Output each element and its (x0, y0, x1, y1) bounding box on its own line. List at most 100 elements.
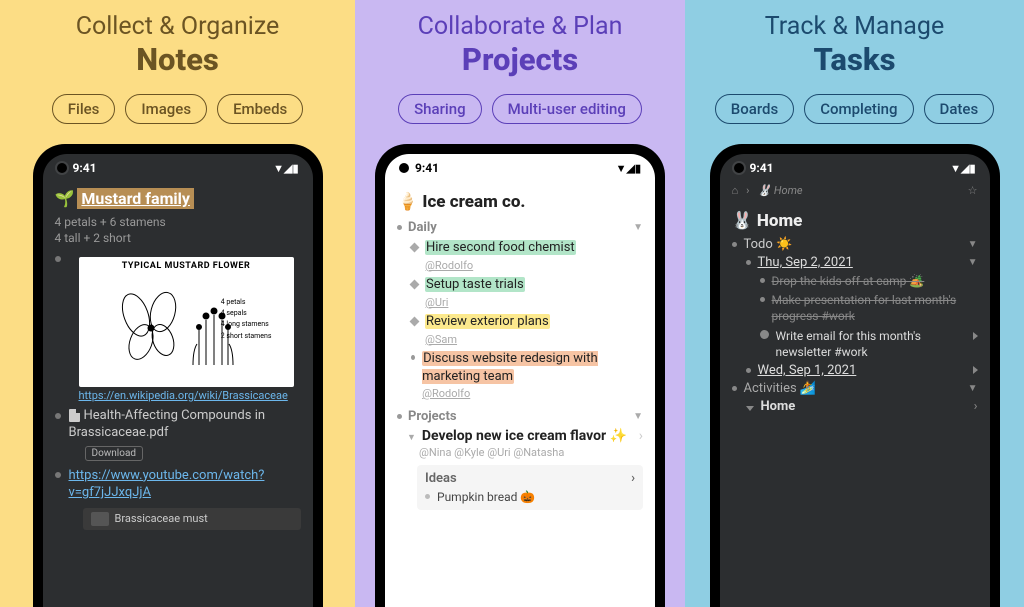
chevron-down-icon[interactable]: ▼ (968, 239, 978, 250)
phone-projects: 9:41 ▼◢▮ 🍦 Ice cream co. Daily ▼ Hire se… (375, 144, 665, 607)
heading-top: Collaborate & Plan (418, 12, 623, 41)
breadcrumb: ⌂ › 🐰 Home ☆ (720, 182, 990, 199)
pill-boards: Boards (715, 94, 794, 124)
bullet-icon (55, 413, 61, 419)
youtube-link[interactable]: https://www.youtube.com/watch?v=gf7jJJxq… (69, 468, 265, 501)
panel-projects: Collaborate & Plan Projects Sharing Mult… (355, 0, 685, 607)
chevron-right-icon[interactable]: › (639, 428, 643, 444)
status-icons: ▼◢▮ (273, 162, 298, 175)
heading-bottom: Notes (76, 41, 280, 78)
diamond-icon (410, 317, 420, 327)
task-item[interactable]: Discuss website redesign with marketing … (411, 350, 643, 403)
heading-projects: Collaborate & Plan Projects (418, 12, 623, 78)
download-button[interactable]: Download (85, 446, 144, 461)
task-done[interactable]: Drop the kids off at camp 🏕️ (760, 273, 978, 289)
task-item[interactable]: Hire second food chemist@Rodolfo (411, 239, 643, 274)
bullet-icon (411, 355, 415, 360)
image-caption: TYPICAL MUSTARD FLOWER (122, 261, 251, 271)
bullet-icon (746, 260, 751, 265)
status-icons: ▼◢▮ (616, 162, 641, 175)
pill-sharing: Sharing (398, 94, 481, 124)
camera-dot-icon (734, 163, 744, 173)
pill-embeds: Embeds (217, 94, 303, 124)
note-meta-1: 4 petals + 6 stamens (55, 215, 301, 229)
wiki-link[interactable]: https://en.wikipedia.org/wiki/Brassicace… (79, 389, 301, 402)
bullet-icon (55, 256, 61, 262)
status-time: 9:41 (750, 161, 774, 175)
bullet-icon (732, 242, 737, 247)
project-content: 🍦 Ice cream co. Daily ▼ Hire second food… (385, 182, 655, 516)
chevron-down-icon[interactable]: ▼ (633, 222, 643, 233)
pill-images: Images (125, 94, 207, 124)
triangle-down-icon: ▼ (407, 432, 416, 443)
pdf-attachment[interactable]: Health-Affecting Compounds in Brassicace… (69, 408, 301, 442)
home-sub-row[interactable]: Home › (746, 399, 978, 414)
chevron-right-icon[interactable] (973, 366, 978, 374)
embed-preview[interactable]: Brassicaceae must (83, 508, 301, 530)
heading-bottom: Tasks (765, 41, 944, 78)
note-title[interactable]: Mustard family (77, 188, 194, 209)
task-item[interactable]: Review exterior plans@Sam (411, 313, 643, 348)
note-content: 🌱Mustard family 4 petals + 6 stamens 4 t… (43, 182, 313, 542)
assignee-link[interactable]: @Rodolfo (425, 259, 473, 272)
date-row[interactable]: Wed, Sep 1, 2021 (746, 363, 978, 378)
chevron-down-icon[interactable]: ▼ (968, 383, 978, 394)
bullet-icon (746, 368, 751, 373)
bullet-icon (397, 414, 402, 419)
chevron-down-icon[interactable]: ▼ (633, 411, 643, 422)
heading-top: Collect & Organize (76, 12, 280, 41)
contributors[interactable]: @Nina @Kyle @Uri @Natasha (419, 446, 643, 459)
phone-screen-projects: 9:41 ▼◢▮ 🍦 Ice cream co. Daily ▼ Hire se… (385, 154, 655, 607)
tasks-content: 🐰 Home Todo ☀️ ▼ Thu, Sep 2, 2021 ▼ Drop… (720, 199, 990, 423)
pills-tasks: Boards Completing Dates (715, 94, 994, 124)
page-title: 🐰 Home (732, 211, 978, 231)
note-meta-2: 4 tall + 2 short (55, 231, 301, 245)
assignee-link[interactable]: @Rodolfo (422, 387, 470, 400)
bullet-icon (397, 225, 402, 230)
home-icon[interactable]: ⌂ (732, 184, 739, 197)
task-item[interactable]: Setup taste trials@Uri (411, 276, 643, 311)
project-item[interactable]: ▼ Develop new ice cream flavor ✨ › (407, 428, 643, 444)
phone-screen-tasks: 9:41 ▼◢▮ ⌂ › 🐰 Home ☆ 🐰 Home Todo ☀️ ▼ (720, 154, 990, 607)
flower-labels: 4 petals 4 sepals 4 long stamens 2 short… (221, 297, 272, 342)
heading-notes: Collect & Organize Notes (76, 12, 280, 78)
diamond-icon (410, 243, 420, 253)
bullet-icon (55, 472, 61, 478)
panel-tasks: Track & Manage Tasks Boards Completing D… (685, 0, 1024, 607)
chevron-down-icon[interactable]: ▼ (968, 257, 978, 268)
diamond-icon (410, 280, 420, 290)
bullet-icon (760, 297, 765, 302)
ideas-box[interactable]: Ideas › Pumpkin bread 🎃 (417, 465, 643, 510)
pills-projects: Sharing Multi-user editing (398, 94, 642, 124)
phone-screen-notes: 9:41 ▼◢▮ 🌱Mustard family 4 petals + 6 st… (43, 154, 313, 607)
status-bar: 9:41 ▼◢▮ (43, 154, 313, 182)
pill-completing: Completing (804, 94, 913, 124)
assignee-link[interactable]: @Uri (425, 296, 448, 309)
checkbox-icon[interactable] (760, 330, 769, 339)
chevron-right-icon[interactable] (973, 332, 978, 340)
status-bar: 9:41 ▼◢▮ (720, 154, 990, 182)
bullet-icon (425, 494, 430, 499)
section-projects[interactable]: Projects ▼ (397, 409, 643, 424)
embedded-image[interactable]: TYPICAL MUSTARD FLOWER (79, 257, 294, 387)
chevron-right-icon[interactable]: › (631, 471, 635, 486)
task-open[interactable]: Write email for this month's newsletter … (760, 328, 978, 360)
assignee-link[interactable]: @Sam (425, 333, 457, 346)
document-icon (69, 409, 80, 422)
section-daily[interactable]: Daily ▼ (397, 220, 643, 235)
thumb-icon (91, 512, 109, 526)
seedling-icon: 🌱 (55, 189, 75, 208)
idea-item[interactable]: Pumpkin bread 🎃 (425, 490, 635, 504)
date-row[interactable]: Thu, Sep 2, 2021 ▼ (746, 255, 978, 270)
doc-title[interactable]: 🍦 Ice cream co. (397, 192, 643, 212)
crumb-link[interactable]: 🐰 Home (757, 184, 802, 197)
phone-tasks: 9:41 ▼◢▮ ⌂ › 🐰 Home ☆ 🐰 Home Todo ☀️ ▼ (710, 144, 1000, 607)
activities-section[interactable]: Activities 🏄 ▼ (732, 381, 978, 396)
status-icons: ▼◢▮ (950, 162, 975, 175)
todo-section[interactable]: Todo ☀️ ▼ (732, 237, 978, 252)
status-time: 9:41 (415, 161, 439, 175)
task-done[interactable]: Make presentation for last month's progr… (760, 292, 978, 324)
bullet-icon (760, 278, 765, 283)
star-icon[interactable]: ☆ (968, 184, 978, 197)
chevron-right-icon[interactable]: › (974, 399, 978, 414)
